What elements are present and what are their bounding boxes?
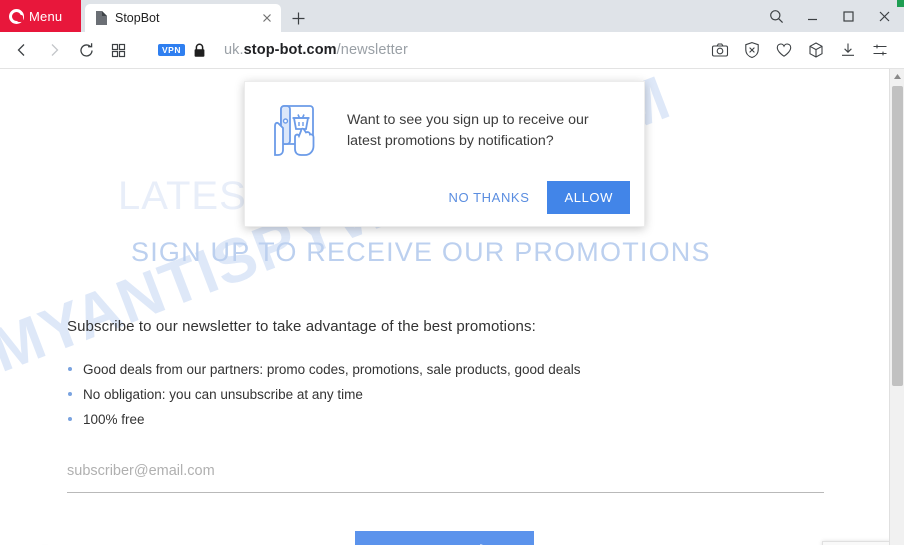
address-bar: VPN uk.stop-bot.com/newsletter xyxy=(0,32,904,69)
list-item: Good deals from our partners: promo code… xyxy=(67,361,581,379)
forward-arrow-icon[interactable] xyxy=(38,32,70,68)
window-controls xyxy=(758,0,904,32)
close-tab-icon[interactable] xyxy=(259,10,275,26)
crypto-wallet-cube-icon[interactable] xyxy=(802,32,830,68)
padlock-icon[interactable] xyxy=(193,43,206,58)
window-corner-accent xyxy=(897,0,904,7)
browser-window: Menu StopBot VPN uk.stop-bot.com/newslet… xyxy=(0,0,904,545)
scroll-up-icon[interactable] xyxy=(890,69,904,84)
menu-button-label: Menu xyxy=(29,8,63,24)
browser-tab[interactable]: StopBot xyxy=(85,4,281,32)
dialog-actions: NO THANKS ALLOW xyxy=(442,181,630,214)
page-title: SIGN UP TO RECEIVE OUR PROMOTIONS xyxy=(131,237,711,267)
page-scrollbar[interactable] xyxy=(889,69,904,545)
recaptcha-badge[interactable]: Privacy - Terms xyxy=(822,541,889,545)
benefits-list: Good deals from our partners: promo code… xyxy=(67,361,581,437)
dialog-message: Want to see you sign up to receive our l… xyxy=(347,112,589,149)
reload-icon[interactable] xyxy=(70,32,102,68)
email-input[interactable]: subscriber@email.com xyxy=(67,462,824,493)
list-item: No obligation: you can unsubscribe at an… xyxy=(67,386,581,404)
dialog-body: Want to see you sign up to receive our l… xyxy=(245,82,644,158)
email-input-placeholder: subscriber@email.com xyxy=(67,463,215,479)
url-text[interactable]: uk.stop-bot.com/newsletter xyxy=(224,42,408,58)
minimize-window-icon[interactable] xyxy=(794,0,830,32)
page-intro-text: Subscribe to our newsletter to take adva… xyxy=(67,318,536,335)
heart-icon[interactable] xyxy=(770,32,798,68)
tab-title: StopBot xyxy=(115,11,160,25)
snapshot-camera-icon[interactable] xyxy=(706,32,734,68)
new-tab-button[interactable] xyxy=(284,4,312,32)
search-icon[interactable] xyxy=(758,0,794,32)
speed-dial-icon[interactable] xyxy=(102,32,134,68)
easy-setup-sliders-icon[interactable] xyxy=(866,32,894,68)
tab-strip: Menu StopBot xyxy=(0,0,904,32)
back-arrow-icon[interactable] xyxy=(6,32,38,68)
toolbar-icons xyxy=(706,32,904,68)
url-host: stop-bot.com xyxy=(243,42,337,58)
list-item: 100% free xyxy=(67,411,581,429)
page-icon xyxy=(95,11,107,25)
ad-block-shield-icon[interactable] xyxy=(738,32,766,68)
notification-permission-dialog: Want to see you sign up to receive our l… xyxy=(244,81,645,227)
confirm-button[interactable]: CONFIRM xyxy=(355,531,534,545)
vpn-badge[interactable]: VPN xyxy=(158,43,185,57)
opera-menu-button[interactable]: Menu xyxy=(0,0,81,32)
allow-button[interactable]: ALLOW xyxy=(547,181,630,214)
url-path: /newsletter xyxy=(336,42,408,58)
url-subdomain: uk. xyxy=(223,42,244,58)
downloads-icon[interactable] xyxy=(834,32,862,68)
opera-logo-icon xyxy=(9,8,24,24)
no-thanks-button[interactable]: NO THANKS xyxy=(442,183,535,212)
tablet-shopping-basket-icon xyxy=(267,104,325,158)
maximize-window-icon[interactable] xyxy=(830,0,866,32)
scrollbar-thumb[interactable] xyxy=(892,86,903,386)
